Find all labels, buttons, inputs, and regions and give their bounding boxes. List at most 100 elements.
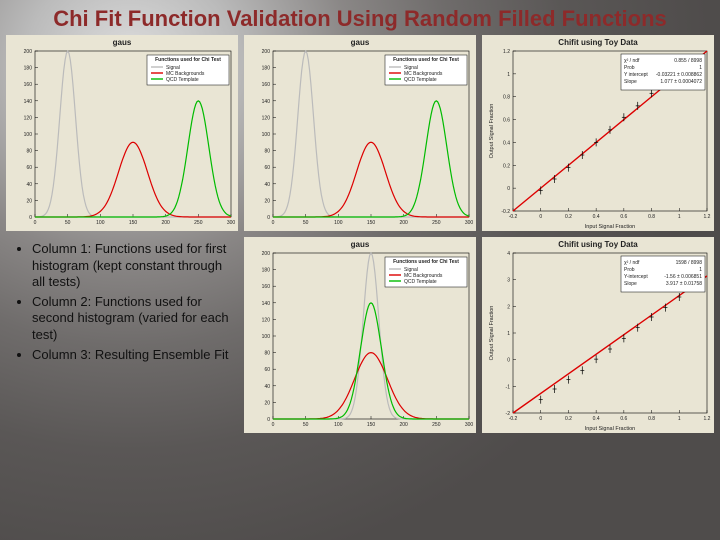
svg-text:Input Signal Fraction: Input Signal Fraction [585, 426, 635, 432]
list-item: Column 1: Functions used for first histo… [32, 241, 230, 290]
svg-text:1: 1 [699, 267, 702, 273]
svg-text:200: 200 [262, 251, 271, 257]
svg-text:60: 60 [26, 165, 32, 171]
svg-text:80: 80 [26, 149, 32, 155]
svg-text:140: 140 [262, 99, 271, 105]
svg-text:1: 1 [678, 416, 681, 422]
svg-text:2: 2 [507, 305, 510, 311]
svg-text:100: 100 [262, 334, 271, 340]
svg-text:20: 20 [264, 199, 270, 205]
svg-text:-1: -1 [506, 385, 511, 391]
svg-text:200: 200 [399, 422, 408, 428]
svg-text:140: 140 [262, 301, 271, 307]
svg-text:0: 0 [507, 186, 510, 192]
svg-text:0: 0 [507, 358, 510, 364]
svg-text:150: 150 [367, 220, 376, 226]
svg-text:160: 160 [262, 82, 271, 88]
svg-text:40: 40 [264, 182, 270, 188]
svg-text:300: 300 [227, 220, 236, 226]
svg-text:QCD Template: QCD Template [404, 77, 437, 83]
svg-text:χ² / ndf: χ² / ndf [624, 260, 640, 266]
svg-text:80: 80 [264, 149, 270, 155]
bullet-list: Column 1: Functions used for first histo… [14, 241, 230, 363]
svg-text:gaus: gaus [351, 240, 370, 249]
svg-text:200: 200 [262, 49, 271, 55]
svg-text:0.8: 0.8 [503, 95, 510, 101]
svg-text:0.4: 0.4 [593, 416, 600, 422]
svg-text:20: 20 [26, 199, 32, 205]
svg-text:60: 60 [264, 165, 270, 171]
svg-text:Chifit using Toy Data: Chifit using Toy Data [558, 38, 638, 47]
svg-text:120: 120 [24, 116, 33, 122]
panel-1-1: gaus 0 50 100 150 200 250 300 0 20 40 60 80 100 120 140… [6, 35, 238, 231]
svg-text:250: 250 [432, 220, 441, 226]
svg-text:Functions used for Chi Test: Functions used for Chi Test [393, 57, 459, 63]
svg-text:-0.2: -0.2 [501, 209, 510, 215]
svg-text:150: 150 [129, 220, 138, 226]
svg-text:60: 60 [264, 367, 270, 373]
svg-text:-1.56 ± 0.006851: -1.56 ± 0.006851 [664, 274, 702, 280]
svg-text:0: 0 [272, 422, 275, 428]
svg-text:300: 300 [465, 422, 474, 428]
svg-text:1.2: 1.2 [704, 416, 711, 422]
svg-text:3.917 ± 0.01758: 3.917 ± 0.01758 [666, 281, 702, 287]
svg-text:180: 180 [262, 268, 271, 274]
svg-text:100: 100 [24, 132, 33, 138]
svg-text:1.2: 1.2 [503, 49, 510, 55]
svg-text:160: 160 [24, 82, 33, 88]
svg-text:100: 100 [334, 422, 343, 428]
svg-text:gaus: gaus [113, 38, 132, 47]
panel-2-1-text: Column 1: Functions used for first histo… [6, 237, 238, 433]
panel-2-3: Chifit using Toy Data-0.200.20.40.60.811… [482, 237, 714, 433]
svg-text:40: 40 [26, 182, 32, 188]
svg-text:0.2: 0.2 [565, 416, 572, 422]
svg-text:140: 140 [24, 99, 33, 105]
svg-text:80: 80 [264, 351, 270, 357]
svg-text:Slope: Slope [624, 281, 637, 287]
svg-text:1: 1 [699, 65, 702, 71]
svg-text:Prob: Prob [624, 267, 635, 273]
svg-text:200: 200 [24, 49, 33, 55]
svg-text:0.4: 0.4 [503, 141, 510, 147]
svg-text:0: 0 [34, 220, 37, 226]
svg-text:150: 150 [367, 422, 376, 428]
svg-text:250: 250 [194, 220, 203, 226]
svg-text:50: 50 [303, 422, 309, 428]
svg-text:0: 0 [267, 215, 270, 221]
svg-text:-2: -2 [506, 411, 511, 417]
svg-text:300: 300 [465, 220, 474, 226]
svg-text:160: 160 [262, 284, 271, 290]
svg-text:Input Signal Fraction: Input Signal Fraction [585, 224, 635, 230]
svg-text:120: 120 [262, 116, 271, 122]
svg-text:QCD Template: QCD Template [166, 77, 199, 83]
svg-text:1: 1 [507, 72, 510, 78]
svg-text:0: 0 [539, 416, 542, 422]
svg-text:100: 100 [262, 132, 271, 138]
svg-text:0.8: 0.8 [648, 416, 655, 422]
svg-text:0.2: 0.2 [503, 164, 510, 170]
svg-text:QCD Template: QCD Template [404, 279, 437, 285]
list-item: Column 2: Functions used for second hist… [32, 294, 230, 343]
svg-text:0.6: 0.6 [503, 118, 510, 124]
svg-text:Chifit using Toy Data: Chifit using Toy Data [558, 240, 638, 249]
svg-text:1598 / 8998: 1598 / 8998 [676, 260, 703, 266]
svg-text:100: 100 [334, 220, 343, 226]
svg-text:1.077 ± 0.0004072: 1.077 ± 0.0004072 [660, 79, 702, 85]
svg-text:40: 40 [264, 384, 270, 390]
svg-text:-0.2: -0.2 [509, 416, 518, 422]
svg-text:0.855 / 8998: 0.855 / 8998 [674, 58, 702, 64]
svg-text:0.4: 0.4 [593, 214, 600, 220]
svg-text:1.2: 1.2 [704, 214, 711, 220]
svg-text:gaus: gaus [351, 38, 370, 47]
svg-text:100: 100 [96, 220, 105, 226]
svg-text:0.6: 0.6 [620, 214, 627, 220]
svg-text:1: 1 [678, 214, 681, 220]
svg-text:120: 120 [262, 318, 271, 324]
svg-text:0: 0 [29, 215, 32, 221]
panel-1-3: Chifit using Toy Data -0.2 0 0.2 0.4 0.6 0.8 1 1… [482, 35, 714, 231]
svg-text:50: 50 [65, 220, 71, 226]
svg-text:3: 3 [507, 278, 510, 284]
svg-text:0: 0 [267, 417, 270, 423]
svg-text:Prob: Prob [624, 65, 635, 71]
panel-1-2: gaus050100150200250300020406080100120140… [244, 35, 476, 231]
